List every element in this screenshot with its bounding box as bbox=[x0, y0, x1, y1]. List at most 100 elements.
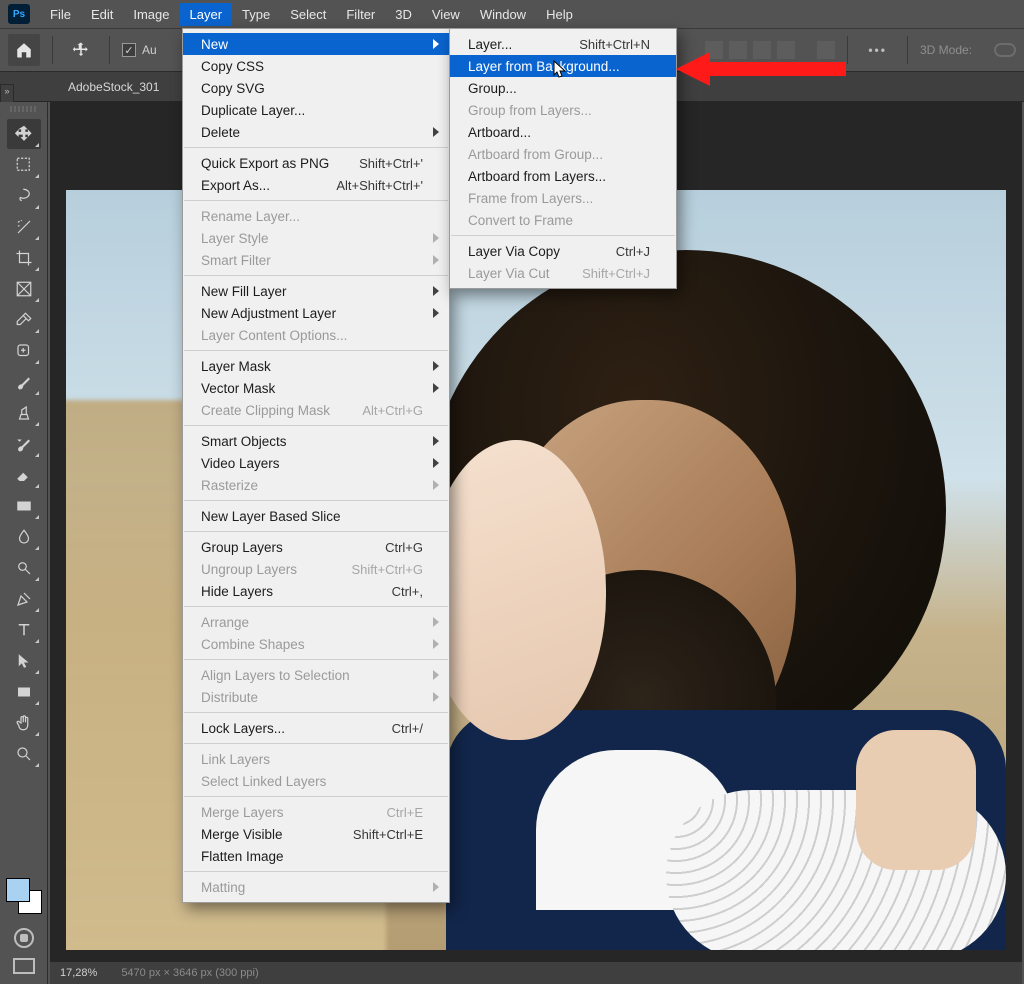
menu-item-shortcut: Ctrl+/ bbox=[372, 721, 423, 736]
menu-item-label: Link Layers bbox=[201, 752, 270, 767]
layer-menu-new-layer-based-slice[interactable]: New Layer Based Slice bbox=[183, 505, 449, 527]
menu-item-label: Distribute bbox=[201, 690, 258, 705]
eyedropper-tool[interactable] bbox=[7, 305, 41, 335]
document-dimensions: 5470 px × 3646 px (300 ppi) bbox=[121, 967, 258, 979]
spot-healing-tool[interactable] bbox=[7, 336, 41, 366]
menu-window[interactable]: Window bbox=[470, 3, 536, 26]
layer-menu-flatten-image[interactable]: Flatten Image bbox=[183, 845, 449, 867]
menu-item-label: Layer Via Cut bbox=[468, 266, 550, 281]
menu-item-shortcut: Shift+Ctrl+E bbox=[333, 827, 423, 842]
menu-item-label: Smart Objects bbox=[201, 434, 287, 449]
layer-menu-smart-filter: Smart Filter bbox=[183, 249, 449, 271]
layer-menu-quick-export-as-png[interactable]: Quick Export as PNGShift+Ctrl+' bbox=[183, 152, 449, 174]
panel-flyout-handle[interactable]: » bbox=[0, 84, 14, 104]
menu-item-shortcut: Ctrl+, bbox=[372, 584, 423, 599]
3d-mode-icon bbox=[994, 43, 1016, 57]
screen-mode-button[interactable] bbox=[13, 958, 35, 974]
new-submenu-layer-from-background[interactable]: Layer from Background... bbox=[450, 55, 676, 77]
layer-menu-new[interactable]: New bbox=[183, 33, 449, 55]
menu-item-label: Select Linked Layers bbox=[201, 774, 326, 789]
menu-item-label: Frame from Layers... bbox=[468, 191, 593, 206]
move-tool-indicator[interactable] bbox=[65, 34, 97, 66]
menu-filter[interactable]: Filter bbox=[336, 3, 385, 26]
layer-menu-merge-visible[interactable]: Merge VisibleShift+Ctrl+E bbox=[183, 823, 449, 845]
foreground-swatch[interactable] bbox=[6, 878, 30, 902]
type-tool[interactable] bbox=[7, 615, 41, 645]
zoom-tool[interactable] bbox=[7, 739, 41, 769]
status-bar: 17,28% 5470 px × 3646 px (300 ppi) bbox=[50, 962, 1022, 984]
more-options-button[interactable]: ••• bbox=[860, 43, 895, 57]
new-submenu-layer[interactable]: Layer...Shift+Ctrl+N bbox=[450, 33, 676, 55]
menu-file[interactable]: File bbox=[40, 3, 81, 26]
menu-item-label: Group Layers bbox=[201, 540, 283, 555]
menu-separator bbox=[184, 712, 448, 713]
layer-menu-layer-mask[interactable]: Layer Mask bbox=[183, 355, 449, 377]
layer-menu-group-layers[interactable]: Group LayersCtrl+G bbox=[183, 536, 449, 558]
dodge-tool[interactable] bbox=[7, 553, 41, 583]
magic-wand-tool[interactable] bbox=[7, 212, 41, 242]
menu-item-shortcut: Shift+Ctrl+G bbox=[331, 562, 423, 577]
layer-menu-copy-css[interactable]: Copy CSS bbox=[183, 55, 449, 77]
history-brush-tool[interactable] bbox=[7, 429, 41, 459]
new-submenu-artboard-from-layers[interactable]: Artboard from Layers... bbox=[450, 165, 676, 187]
marquee-tool[interactable] bbox=[7, 150, 41, 180]
new-submenu-artboard[interactable]: Artboard... bbox=[450, 121, 676, 143]
auto-select-checkbox[interactable]: ✓ Au bbox=[122, 43, 157, 57]
menu-item-label: Smart Filter bbox=[201, 253, 271, 268]
layer-menu-new-adjustment-layer[interactable]: New Adjustment Layer bbox=[183, 302, 449, 324]
new-submenu-group[interactable]: Group... bbox=[450, 77, 676, 99]
document-tab[interactable]: AdobeStock_301 bbox=[56, 74, 171, 100]
lasso-tool[interactable] bbox=[7, 181, 41, 211]
new-submenu-frame-from-layers: Frame from Layers... bbox=[450, 187, 676, 209]
layer-menu-align-layers-to-selection: Align Layers to Selection bbox=[183, 664, 449, 686]
eraser-tool[interactable] bbox=[7, 460, 41, 490]
rectangle-tool[interactable] bbox=[7, 677, 41, 707]
menu-help[interactable]: Help bbox=[536, 3, 583, 26]
gradient-tool[interactable] bbox=[7, 491, 41, 521]
clone-stamp-tool[interactable] bbox=[7, 398, 41, 428]
layer-menu-lock-layers[interactable]: Lock Layers...Ctrl+/ bbox=[183, 717, 449, 739]
menu-separator bbox=[184, 743, 448, 744]
layer-menu-copy-svg[interactable]: Copy SVG bbox=[183, 77, 449, 99]
layer-menu-duplicate-layer[interactable]: Duplicate Layer... bbox=[183, 99, 449, 121]
menu-separator bbox=[184, 659, 448, 660]
home-button[interactable] bbox=[8, 34, 40, 66]
layer-menu-vector-mask[interactable]: Vector Mask bbox=[183, 377, 449, 399]
divider bbox=[847, 36, 848, 64]
menu-edit[interactable]: Edit bbox=[81, 3, 123, 26]
layer-menu-delete[interactable]: Delete bbox=[183, 121, 449, 143]
move-tool[interactable] bbox=[7, 119, 41, 149]
layer-menu-create-clipping-mask: Create Clipping MaskAlt+Ctrl+G bbox=[183, 399, 449, 421]
pen-tool[interactable] bbox=[7, 584, 41, 614]
menu-image[interactable]: Image bbox=[123, 3, 179, 26]
menu-type[interactable]: Type bbox=[232, 3, 280, 26]
menu-3d[interactable]: 3D bbox=[385, 3, 422, 26]
layer-menu-video-layers[interactable]: Video Layers bbox=[183, 452, 449, 474]
layer-menu-merge-layers: Merge LayersCtrl+E bbox=[183, 801, 449, 823]
color-swatches[interactable] bbox=[6, 878, 42, 914]
menu-item-label: Rasterize bbox=[201, 478, 258, 493]
menu-view[interactable]: View bbox=[422, 3, 470, 26]
layer-menu-export-as[interactable]: Export As...Alt+Shift+Ctrl+' bbox=[183, 174, 449, 196]
distribute-buttons bbox=[817, 41, 835, 59]
hand-tool[interactable] bbox=[7, 708, 41, 738]
menu-item-label: Artboard from Layers... bbox=[468, 169, 606, 184]
menu-item-label: Layer Content Options... bbox=[201, 328, 347, 343]
layer-menu-combine-shapes: Combine Shapes bbox=[183, 633, 449, 655]
zoom-level[interactable]: 17,28% bbox=[60, 967, 97, 979]
menu-select[interactable]: Select bbox=[280, 3, 336, 26]
panel-grip[interactable] bbox=[10, 106, 38, 112]
layer-menu-smart-objects[interactable]: Smart Objects bbox=[183, 430, 449, 452]
frame-tool[interactable] bbox=[7, 274, 41, 304]
layer-menu-select-linked-layers: Select Linked Layers bbox=[183, 770, 449, 792]
layer-menu-hide-layers[interactable]: Hide LayersCtrl+, bbox=[183, 580, 449, 602]
layer-menu-new-fill-layer[interactable]: New Fill Layer bbox=[183, 280, 449, 302]
blur-tool[interactable] bbox=[7, 522, 41, 552]
brush-tool[interactable] bbox=[7, 367, 41, 397]
crop-tool[interactable] bbox=[7, 243, 41, 273]
new-submenu-layer-via-copy[interactable]: Layer Via CopyCtrl+J bbox=[450, 240, 676, 262]
quick-mask-button[interactable] bbox=[14, 928, 34, 948]
path-selection-tool[interactable] bbox=[7, 646, 41, 676]
menu-item-label: Quick Export as PNG bbox=[201, 156, 329, 171]
menu-layer[interactable]: Layer bbox=[180, 3, 233, 26]
